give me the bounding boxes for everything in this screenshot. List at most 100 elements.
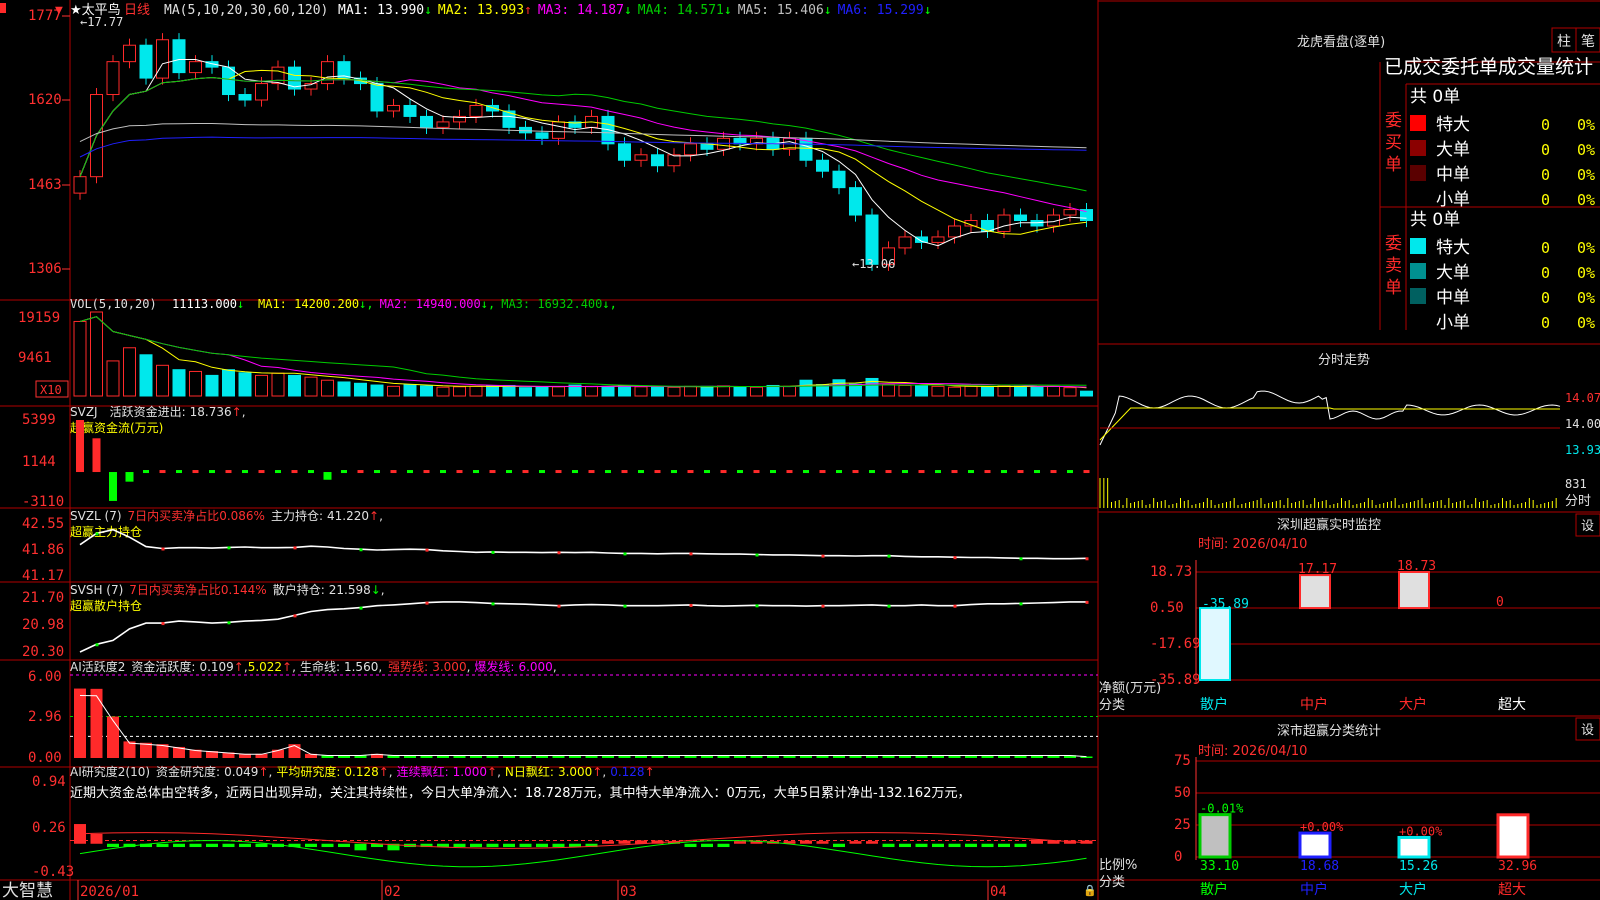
volume-bar — [832, 379, 846, 397]
candle-body — [1063, 209, 1077, 216]
order-value: 0 — [1541, 166, 1550, 184]
volume-bar — [172, 369, 186, 397]
retail-position-line — [79, 600, 1089, 653]
volume-bar — [585, 385, 598, 397]
series-dot — [755, 553, 759, 557]
side-label-char: 委 — [1385, 234, 1402, 254]
research-bar — [849, 841, 862, 844]
svzj-y-ticks: 5399 1144 -3110 — [22, 412, 64, 510]
dragon-tiger-panel: 龙虎看盘(逐单) 柱 笔 已成交委托单成交量统计 共 0单委买单特大 0 0%大单 0… — [1297, 27, 1600, 333]
volume-bar — [535, 386, 549, 397]
y-tick-label: 42.55 — [22, 516, 64, 532]
ma-legend-item: MA5: 15.406 — [738, 3, 824, 18]
volume-bar — [403, 384, 417, 397]
series-dot — [953, 556, 957, 560]
volume-bar — [1014, 385, 1027, 397]
chart-canvas: ▼ ★太平鸟 日线 MA(5,10,20,30,60,120) MA1: 13.… — [0, 0, 1600, 900]
series-dot — [95, 532, 99, 536]
flow-tick — [225, 470, 232, 474]
research-bar — [189, 843, 202, 848]
side-label-char: 单 — [1385, 278, 1402, 298]
research-bar — [321, 843, 334, 848]
research-bars — [70, 824, 1098, 868]
candle-body — [849, 187, 862, 216]
svsh-subtitle: 超赢散户持仓 — [70, 598, 142, 613]
category-label: 散户 — [1200, 696, 1228, 713]
order-value: 0 — [1541, 264, 1550, 282]
series-dot — [623, 552, 627, 556]
svzl-y-ticks: 42.55 41.86 41.17 — [22, 516, 64, 584]
series-dot — [425, 601, 429, 605]
volume-bar — [799, 379, 813, 397]
research-bar — [173, 843, 185, 848]
volume-bar — [964, 385, 978, 397]
intraday-chart — [1099, 390, 1561, 508]
flow-tick — [1034, 470, 1040, 474]
flow-tick — [836, 470, 842, 474]
flow-tick — [852, 470, 859, 474]
flow-tick — [341, 470, 347, 474]
order-value: 0 — [1541, 116, 1550, 134]
sz-monitor-settings-label: 设 — [1581, 519, 1594, 534]
candle-body — [552, 121, 565, 139]
order-value: 0 — [1541, 191, 1550, 209]
activity-bar — [107, 716, 119, 758]
series-dot — [1085, 557, 1089, 561]
intraday-panel: 分时走势 14.07 14.00 13.93 831 分时 — [1099, 352, 1600, 509]
ma-legend-arrow: ↓ — [424, 3, 432, 18]
flow-tick — [984, 470, 991, 474]
period-label[interactable]: 日线 — [124, 3, 150, 18]
y-tick-label: 19159 — [18, 310, 60, 326]
legend-swatch — [1410, 238, 1426, 254]
flow-tick — [621, 470, 628, 474]
flow-tick — [1050, 470, 1057, 474]
svzl-header: SVZL (7) 7日内买卖净占比0.086% 主力持仓: 41.220↑, 超赢主力… — [70, 508, 383, 539]
y-tick-label: 50 — [1174, 785, 1191, 801]
sz-class-time: 时间: 2026/04/10 — [1198, 744, 1307, 759]
fund-flow-bars — [76, 420, 1090, 501]
research-bar — [602, 841, 614, 844]
flow-tick — [786, 470, 793, 474]
ai-active-title: AI活跃度2 资金活跃度: 0.109↑,5.022↑, 生命线: 1.560, 强势线:… — [70, 659, 557, 674]
volume-bar — [717, 385, 730, 397]
series-line — [79, 601, 1087, 653]
series-dot — [227, 546, 231, 550]
intraday-price-mid: 14.00 — [1565, 417, 1600, 431]
flow-tick — [902, 470, 908, 474]
intraday-price-high: 14.07 — [1565, 391, 1600, 405]
ratio-bar — [1298, 831, 1332, 859]
volume-bar — [123, 347, 136, 397]
research-bar — [1014, 843, 1027, 848]
ma-legend-item: MA6: 15.299 — [838, 3, 924, 18]
volume-bar — [90, 311, 103, 397]
volume-bar — [1047, 385, 1060, 397]
candle-body — [535, 132, 549, 139]
collapse-marker-icon[interactable] — [0, 3, 6, 13]
flow-tick — [704, 470, 710, 474]
high-price-label: ←17.77 — [80, 15, 123, 29]
stats-title: 已成交委托单成交量统计 — [1384, 56, 1593, 78]
order-percent: 0% — [1577, 264, 1595, 282]
lock-icon[interactable]: 🔒 — [1083, 884, 1097, 897]
volume-bar — [222, 369, 235, 397]
volume-bar — [766, 384, 780, 397]
candle-body — [601, 115, 615, 145]
y-tick-label: 18.73 — [1150, 564, 1192, 580]
ratio-bar — [1496, 813, 1530, 859]
intraday-vol-value: 831 — [1565, 477, 1587, 491]
series-dot — [293, 614, 297, 618]
y-tick-label: -3110 — [22, 494, 64, 510]
research-bar — [899, 843, 911, 848]
sz-monitor-time: 时间: 2026/04/10 — [1198, 537, 1307, 552]
order-total: 共 0单 — [1410, 87, 1460, 107]
flow-tick — [720, 470, 727, 474]
x-axis-labels: 2026/01 02 03 04 — [77, 880, 1007, 900]
svzj-title: SVZJ 活跃资金进出: 18.736↑, — [70, 404, 246, 419]
volume-bar — [238, 372, 252, 397]
y-tick-label: 1620 — [28, 92, 62, 108]
candle-body — [997, 214, 1011, 232]
sz-monitor-ylabel: 净额(万元) — [1099, 681, 1161, 696]
order-type: 大单 — [1436, 263, 1470, 283]
research-bar — [981, 843, 994, 848]
vol-y-ticks: 19159 9461 — [18, 310, 60, 366]
